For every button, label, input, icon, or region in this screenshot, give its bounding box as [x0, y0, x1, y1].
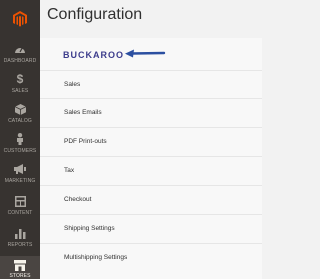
dashboard-icon	[14, 42, 26, 56]
config-item-multishipping-settings[interactable]: Multishipping Settings	[40, 243, 262, 271]
config-item-label: PDF Print-outs	[64, 138, 107, 145]
admin-sidebar: DASHBOARD $ SALES CATALOG CUSTOMERS MARK…	[0, 0, 40, 279]
sidebar-item-catalog[interactable]: CATALOG	[0, 102, 40, 132]
magento-logo[interactable]	[0, 0, 40, 38]
page-header: Configuration	[40, 0, 262, 38]
sidebar-item-customers[interactable]: CUSTOMERS	[0, 132, 40, 162]
sidebar-item-reports[interactable]: REPORTS	[0, 226, 40, 256]
config-item-pdf-print-outs[interactable]: PDF Print-outs	[40, 127, 262, 155]
sidebar-item-label: MARKETING	[4, 178, 36, 184]
store-icon	[14, 259, 26, 271]
config-section-buckaroo[interactable]: BUCKAROO	[63, 50, 124, 60]
magento-logo-icon	[13, 11, 27, 27]
sidebar-item-label: DASHBOARD	[3, 58, 37, 64]
sidebar-item-label: CUSTOMERS	[3, 148, 37, 154]
sidebar-item-sales[interactable]: $ SALES	[0, 72, 40, 102]
config-item-sales-emails[interactable]: Sales Emails	[40, 98, 262, 126]
config-item-label: Sales	[64, 81, 81, 88]
person-icon	[16, 132, 24, 146]
config-item-label: Tax	[64, 167, 75, 174]
sidebar-item-content[interactable]: CONTENT	[0, 194, 40, 224]
sidebar-item-label: REPORTS	[7, 242, 33, 248]
megaphone-icon	[14, 162, 26, 176]
config-item-label: Checkout	[64, 196, 92, 203]
sidebar-item-label: CATALOG	[8, 118, 32, 124]
sidebar-item-marketing[interactable]: MARKETING	[0, 162, 40, 192]
config-item-label: Shipping Settings	[64, 225, 115, 232]
cube-icon	[14, 102, 26, 116]
config-tabs-panel: BUCKAROO Sales Sales Emails PDF Print-ou…	[40, 38, 262, 279]
page-title: Configuration	[47, 6, 143, 23]
sidebar-item-dashboard[interactable]: DASHBOARD	[0, 42, 40, 72]
config-item-label: Sales Emails	[64, 109, 102, 116]
config-item-shipping-settings[interactable]: Shipping Settings	[40, 214, 262, 242]
config-item-sales[interactable]: Sales	[40, 70, 262, 98]
dollar-icon: $	[16, 72, 24, 86]
sidebar-item-label: CONTENT	[7, 210, 33, 216]
sidebar-item-stores[interactable]: STORES	[0, 256, 40, 279]
arrow-left-icon	[125, 49, 166, 58]
config-item-checkout[interactable]: Checkout	[40, 185, 262, 213]
sidebar-item-label: STORES	[9, 273, 31, 279]
bar-chart-icon	[14, 226, 26, 240]
config-item-label: Multishipping Settings	[64, 254, 128, 261]
sidebar-item-label: SALES	[11, 88, 29, 94]
config-item-tax[interactable]: Tax	[40, 156, 262, 184]
layout-icon	[14, 194, 26, 208]
